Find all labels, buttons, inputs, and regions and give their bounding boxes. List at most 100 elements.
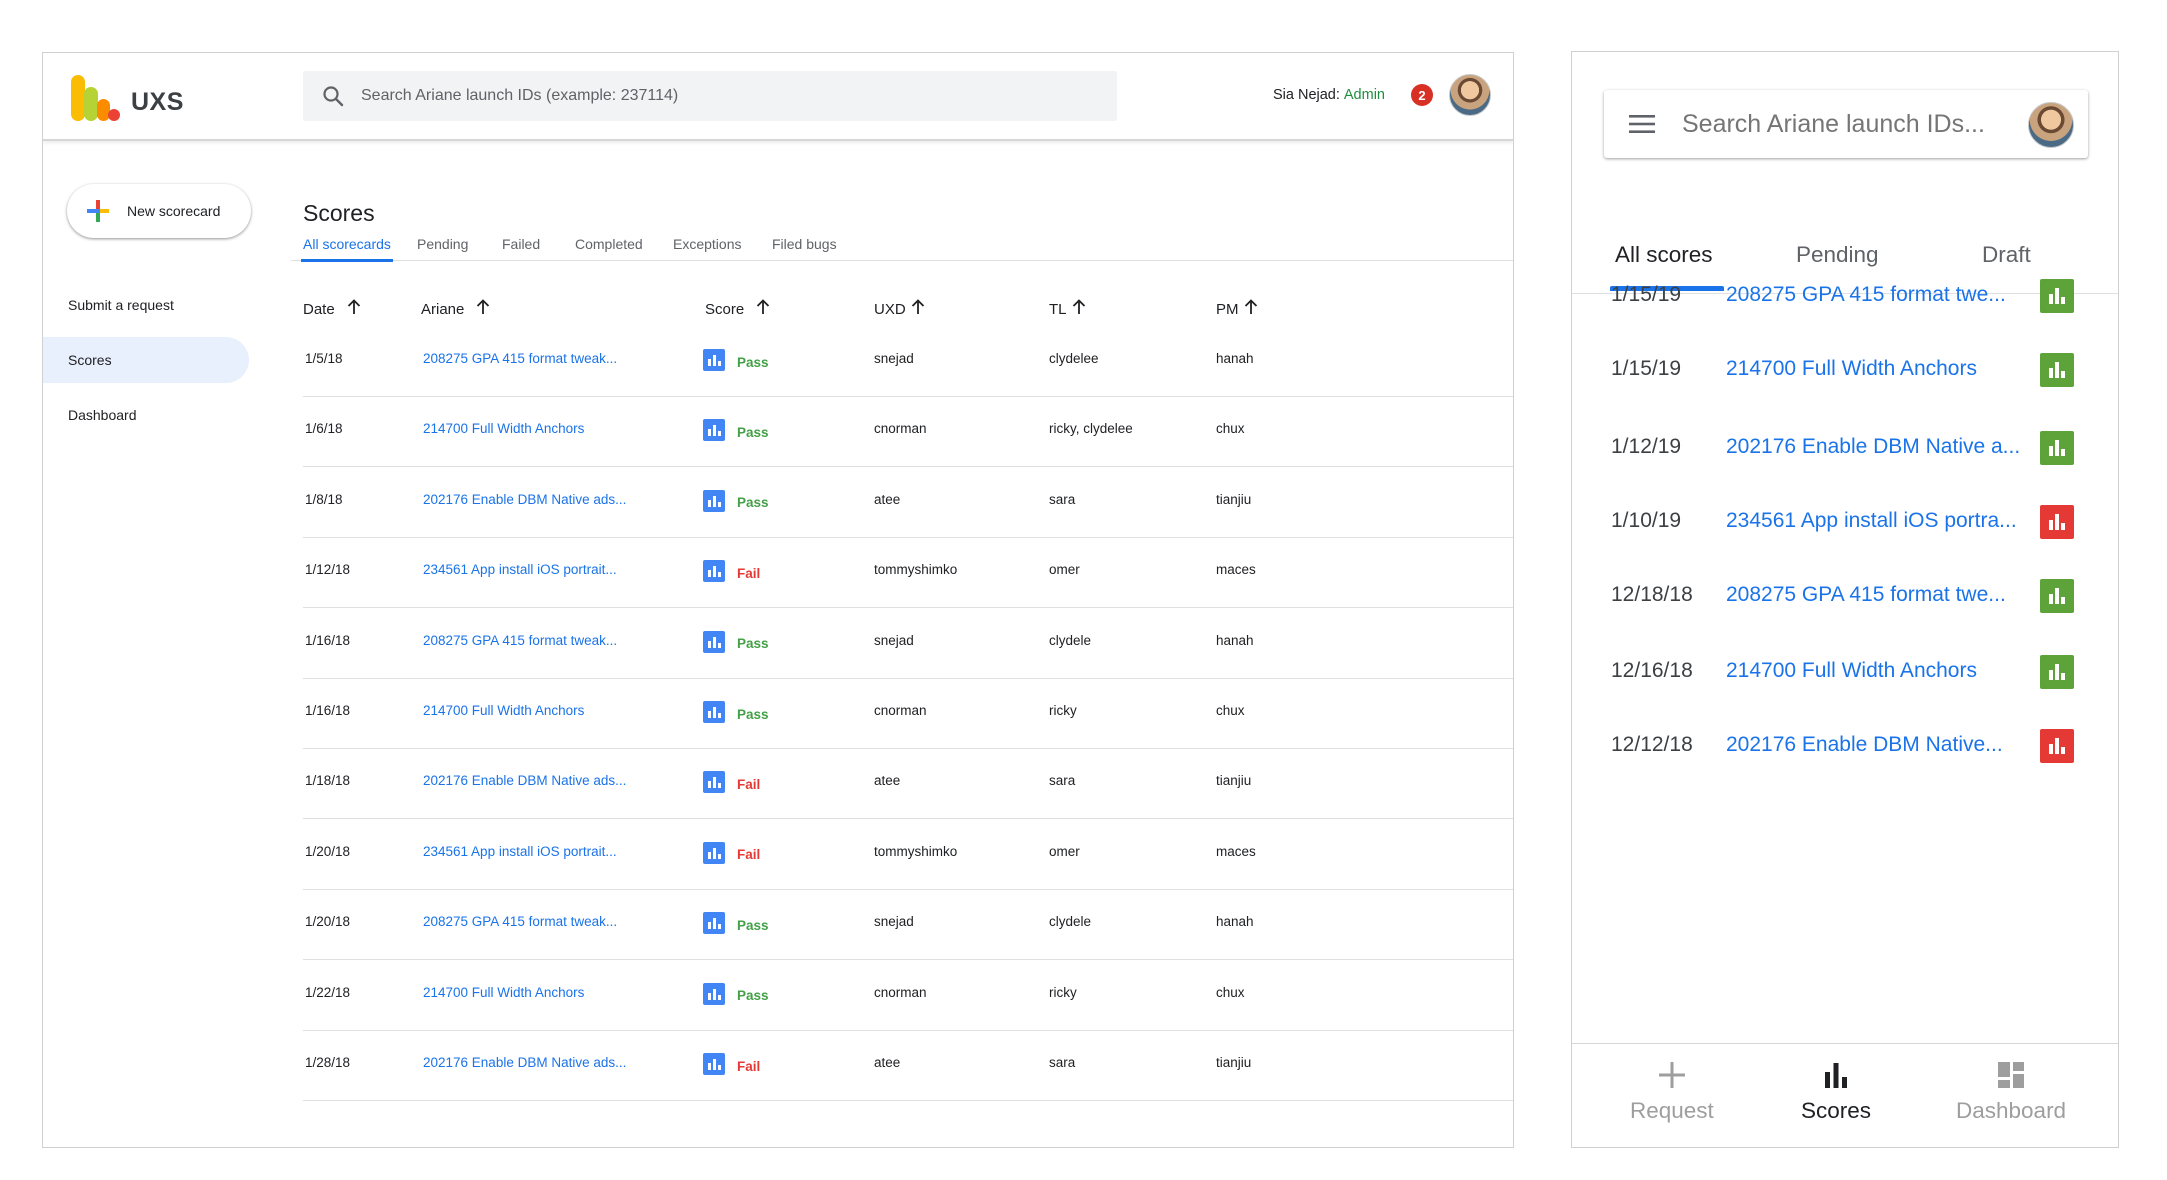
list-item[interactable]: 12/18/18 208275 GPA 415 format twe... (1572, 561, 2118, 631)
bar-chart-icon[interactable] (2040, 655, 2074, 689)
bar-chart-icon[interactable] (2040, 729, 2074, 763)
sidebar-item-label: Submit a request (68, 297, 174, 313)
table-row[interactable]: 1/20/18 234561 App install iOS portrait..… (303, 820, 1513, 890)
column-header-label: PM (1216, 300, 1239, 318)
mobile-search-input[interactable] (1682, 109, 2012, 139)
cell-ariane[interactable]: 234561 App install iOS portrait... (423, 844, 617, 859)
cell-ariane[interactable]: 234561 App install iOS portrait... (423, 562, 617, 577)
score-badge[interactable]: Fail (703, 771, 760, 794)
bottom-nav-request[interactable]: Request (1630, 1060, 1714, 1124)
arrow-up-icon[interactable] (756, 299, 770, 319)
bottom-nav-dashboard[interactable]: Dashboard (1956, 1060, 2066, 1124)
arrow-up-icon[interactable] (1244, 299, 1258, 319)
table-row[interactable]: 1/22/18 214700 Full Width Anchors Pass cnor… (303, 961, 1513, 1031)
list-item[interactable]: 12/12/18 202176 Enable DBM Native... (1572, 711, 2118, 781)
sidebar-item-submit-request[interactable]: Submit a request (43, 282, 249, 328)
cell-pm: hanah (1216, 632, 1254, 648)
tab-pending[interactable]: Pending (417, 236, 468, 261)
score-badge[interactable]: Pass (703, 349, 769, 371)
list-item-title[interactable]: 214700 Full Width Anchors (1726, 357, 1977, 381)
cell-ariane[interactable]: 214700 Full Width Anchors (423, 985, 584, 1000)
tab-failed[interactable]: Failed (502, 236, 540, 261)
list-item[interactable]: 1/12/19 202176 Enable DBM Native a... (1572, 413, 2118, 483)
arrow-up-icon[interactable] (347, 299, 361, 319)
list-item-title[interactable]: 202176 Enable DBM Native a... (1726, 435, 2020, 459)
bar-chart-icon[interactable] (2040, 431, 2074, 465)
cell-ariane[interactable]: 214700 Full Width Anchors (423, 703, 584, 718)
avatar[interactable] (1449, 74, 1491, 116)
table-row[interactable]: 1/16/18 214700 Full Width Anchors Pass cnor… (303, 679, 1513, 749)
list-item-title[interactable]: 202176 Enable DBM Native... (1726, 733, 2003, 757)
score-badge[interactable]: Pass (703, 630, 769, 653)
list-item[interactable]: 1/15/19 214700 Full Width Anchors (1572, 335, 2118, 405)
bar-chart-icon (703, 630, 725, 653)
bar-chart-icon[interactable] (2040, 505, 2074, 539)
score-badge[interactable]: Pass (703, 489, 769, 512)
sidebar-item-dashboard[interactable]: Dashboard (43, 392, 249, 438)
arrow-up-icon[interactable] (1072, 299, 1086, 319)
column-header-uxd[interactable]: UXD (874, 299, 925, 319)
cell-ariane[interactable]: 202176 Enable DBM Native ads... (423, 492, 626, 507)
list-item-title[interactable]: 208275 GPA 415 format twe... (1726, 283, 2006, 307)
score-text: Pass (737, 495, 769, 511)
cell-ariane[interactable]: 208275 GPA 415 format tweak... (423, 914, 617, 929)
sidebar-item-scores[interactable]: Scores (43, 337, 249, 383)
list-item[interactable]: 12/16/18 214700 Full Width Anchors (1572, 637, 2118, 707)
avatar[interactable] (2028, 102, 2074, 148)
score-badge[interactable]: Pass (703, 419, 769, 442)
score-badge[interactable]: Fail (703, 560, 760, 583)
bottom-nav-label: Dashboard (1956, 1098, 2067, 1123)
cell-pm: chux (1216, 984, 1245, 1000)
score-badge[interactable]: Pass (703, 982, 769, 1005)
column-header-pm[interactable]: PM (1216, 299, 1258, 319)
bar-chart-icon[interactable] (2040, 279, 2074, 313)
cell-ariane[interactable]: 202176 Enable DBM Native ads... (423, 1055, 626, 1070)
arrow-up-icon[interactable] (476, 299, 490, 319)
mobile-search-bar[interactable] (1604, 90, 2088, 158)
tab-completed[interactable]: Completed (575, 236, 643, 261)
list-item[interactable]: 1/10/19 234561 App install iOS portra... (1572, 487, 2118, 557)
bottom-navigation: Request Scores Dashboard (1572, 1043, 2118, 1147)
column-header-date[interactable]: Date (303, 299, 361, 319)
new-scorecard-button[interactable]: New scorecard (67, 184, 251, 238)
cell-ariane[interactable]: 208275 GPA 415 format tweak... (423, 633, 617, 648)
list-item[interactable]: 1/15/19 208275 GPA 415 format twe... (1572, 261, 2118, 331)
notification-badge[interactable]: 2 (1411, 84, 1433, 106)
arrow-up-icon[interactable] (911, 299, 925, 319)
score-badge[interactable]: Fail (703, 1053, 760, 1075)
cell-ariane[interactable]: 208275 GPA 415 format tweak... (423, 351, 617, 366)
search-input[interactable] (361, 87, 1061, 105)
table-row[interactable]: 1/20/18 208275 GPA 415 format tweak... Pas… (303, 890, 1513, 961)
cell-tl: clydele (1049, 914, 1092, 930)
tab-filed-bugs[interactable]: Filed bugs (772, 236, 837, 261)
list-item-title[interactable]: 214700 Full Width Anchors (1726, 659, 1977, 683)
score-badge[interactable]: Pass (703, 701, 769, 723)
bar-chart-icon[interactable] (2040, 579, 2074, 613)
tab-all-scorecards[interactable]: All scorecards (301, 236, 393, 262)
cell-ariane[interactable]: 202176 Enable DBM Native ads... (423, 773, 626, 788)
score-badge[interactable]: Pass (703, 912, 769, 935)
menu-icon[interactable] (1628, 113, 1656, 135)
table-row[interactable]: 1/28/18 202176 Enable DBM Native ads... Fa… (303, 1031, 1513, 1101)
tab-exceptions[interactable]: Exceptions (673, 236, 741, 261)
table-row[interactable]: 1/8/18 202176 Enable DBM Native ads... Pas… (303, 468, 1513, 538)
table-row[interactable]: 1/12/18 234561 App install iOS portrait..… (303, 538, 1513, 609)
list-item-title[interactable]: 208275 GPA 415 format twe... (1726, 583, 2006, 607)
column-header-tl[interactable]: TL (1049, 299, 1086, 319)
search-bar[interactable] (303, 71, 1117, 121)
table-row[interactable]: 1/18/18 202176 Enable DBM Native ads... Fa… (303, 749, 1513, 820)
table-row[interactable]: 1/5/18 208275 GPA 415 format tweak... Pass… (303, 327, 1513, 397)
column-header-score[interactable]: Score (705, 299, 770, 319)
list-item-date: 1/15/19 (1611, 283, 1682, 306)
column-header-ariane[interactable]: Ariane (421, 299, 490, 319)
cell-ariane[interactable]: 214700 Full Width Anchors (423, 421, 584, 436)
cell-tl: clydelee (1049, 351, 1099, 366)
score-badge[interactable]: Fail (703, 841, 760, 864)
bottom-nav-scores[interactable]: Scores (1801, 1060, 1871, 1124)
list-item-title[interactable]: 234561 App install iOS portra... (1726, 509, 2017, 533)
table-row[interactable]: 1/6/18 214700 Full Width Anchors Pass cnorm… (303, 397, 1513, 468)
bar-chart-icon[interactable] (2040, 353, 2074, 387)
app-logo[interactable]: UXS (71, 73, 184, 121)
search-icon (323, 86, 344, 107)
table-row[interactable]: 1/16/18 208275 GPA 415 format tweak... Pas… (303, 609, 1513, 679)
